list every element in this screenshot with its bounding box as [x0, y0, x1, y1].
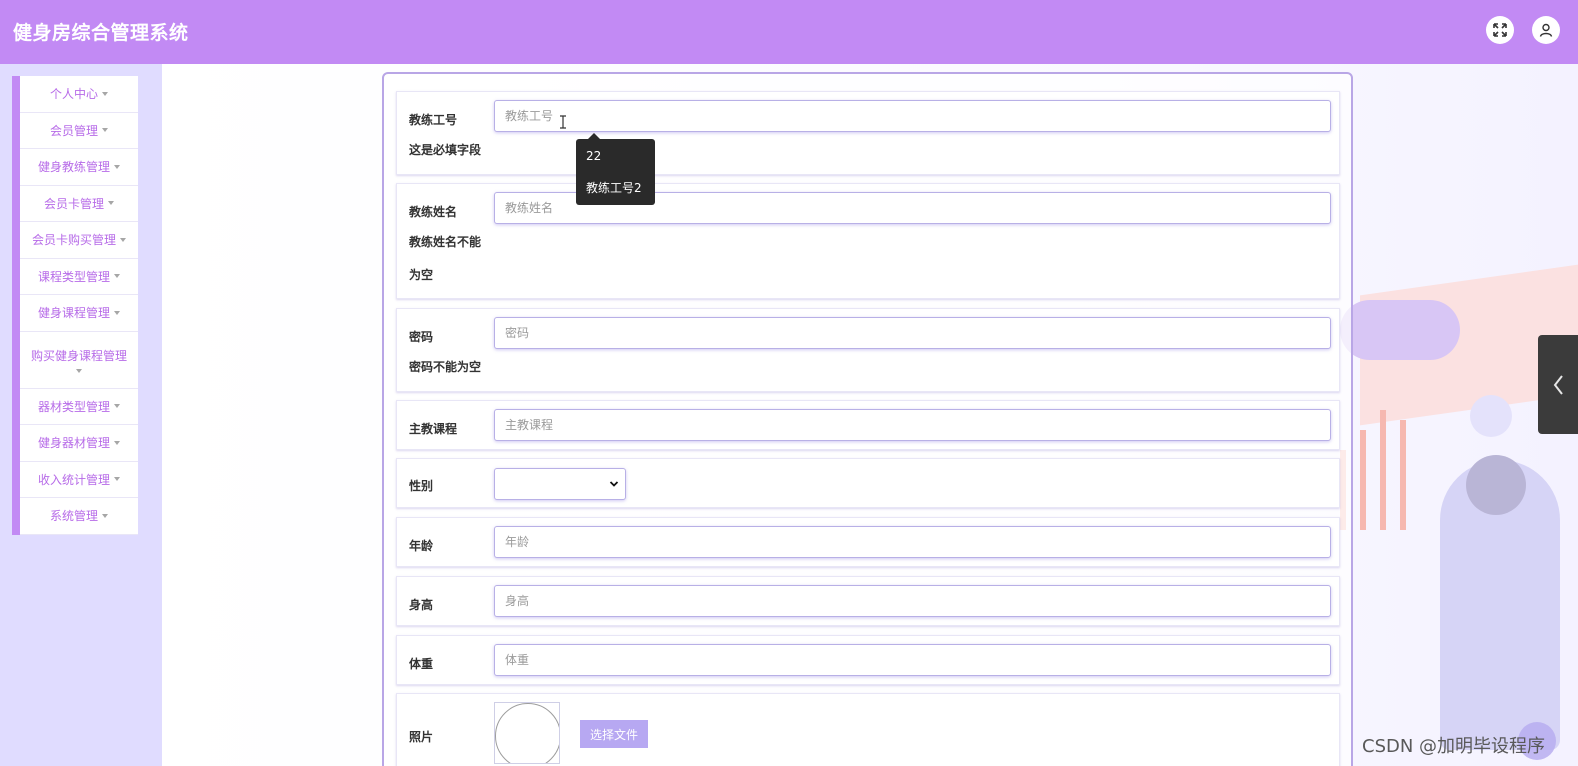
password-label: 密码 — [409, 330, 434, 344]
caret-down-icon — [114, 164, 120, 169]
weight-label: 体重 — [409, 657, 434, 671]
form-row-password: 密码 密码不能为空 — [396, 308, 1340, 392]
sidebar-menu: 个人中心 会员管理 健身教练管理 会员卡管理 会员卡购买管理 课程类型管理 健身… — [12, 76, 138, 535]
photo-label: 照片 — [409, 730, 434, 744]
chevron-down-icon — [609, 481, 619, 487]
background-illustration — [1340, 300, 1460, 360]
height-input[interactable] — [494, 585, 1331, 617]
caret-down-icon — [114, 274, 120, 279]
sidebar-item-course-purchases[interactable]: 购买健身课程管理 — [20, 332, 138, 389]
coach-name-hint-2: 为空 — [409, 268, 434, 282]
sidebar-item-courses[interactable]: 健身课程管理 — [20, 295, 138, 332]
sidebar-item-label: 收入统计管理 — [37, 472, 110, 487]
autocomplete-dropdown: 22 教练工号2 — [576, 133, 655, 205]
sidebar-item-label: 会员管理 — [49, 123, 98, 138]
sidebar-item-course-types[interactable]: 课程类型管理 — [20, 259, 138, 295]
coach-name-label: 教练姓名 — [409, 205, 458, 219]
choose-file-button[interactable]: 选择文件 — [580, 720, 648, 748]
photo-placeholder-image — [495, 703, 559, 763]
sidebar-item-label: 健身器材管理 — [37, 436, 110, 451]
sidebar-item-label: 会员卡管理 — [43, 196, 104, 211]
background-illustration — [1470, 395, 1512, 437]
expand-icon — [1493, 23, 1507, 37]
coach-form-panel: 教练工号 这是必填字段 教练姓名 教练姓名不能 为空 密码 密码不能为空 主教课… — [382, 72, 1353, 766]
password-hint: 密码不能为空 — [409, 360, 482, 374]
background-illustration — [1380, 410, 1386, 530]
sidebar-item-equipment[interactable]: 健身器材管理 — [20, 425, 138, 462]
app-header: 健身房综合管理系统 — [0, 0, 1578, 64]
sidebar-item-label: 个人中心 — [49, 87, 98, 102]
autocomplete-option[interactable]: 22 — [586, 149, 601, 163]
sidebar-item-label: 器材类型管理 — [37, 399, 110, 414]
caret-down-icon — [108, 201, 114, 206]
sidebar-item-income-stats[interactable]: 收入统计管理 — [20, 462, 138, 498]
text-cursor-icon — [560, 115, 566, 129]
fullscreen-button[interactable] — [1486, 16, 1514, 44]
height-label: 身高 — [409, 598, 434, 612]
background-illustration — [1360, 430, 1366, 530]
form-row-photo: 照片 选择文件 — [396, 693, 1340, 766]
sidebar-item-label: 健身课程管理 — [37, 306, 110, 321]
caret-down-icon — [120, 237, 126, 242]
sidebar-item-label: 课程类型管理 — [37, 269, 110, 284]
side-panel-toggle[interactable] — [1538, 335, 1578, 434]
caret-down-icon — [114, 440, 120, 445]
sidebar-item-card-purchases[interactable]: 会员卡购买管理 — [20, 222, 138, 259]
autocomplete-option[interactable]: 教练工号2 — [586, 179, 642, 196]
sidebar-item-member-cards[interactable]: 会员卡管理 — [20, 186, 138, 222]
sidebar-item-system[interactable]: 系统管理 — [20, 498, 138, 535]
caret-down-icon — [114, 310, 120, 315]
photo-preview — [494, 702, 560, 764]
caret-down-icon — [114, 477, 120, 482]
course-label: 主教课程 — [409, 422, 458, 436]
background-illustration — [1400, 420, 1406, 530]
form-row-age: 年龄 — [396, 517, 1340, 567]
age-input[interactable] — [494, 526, 1331, 558]
form-row-gender: 性别 — [396, 458, 1340, 508]
gender-label: 性别 — [409, 479, 434, 493]
watermark-text: CSDN @加明毕设程序 — [1362, 736, 1546, 757]
coach-id-input[interactable] — [494, 100, 1331, 132]
form-row-coach-id: 教练工号 这是必填字段 — [396, 91, 1340, 175]
sidebar-item-label: 会员卡购买管理 — [31, 233, 116, 248]
background-illustration — [1466, 455, 1526, 515]
weight-input[interactable] — [494, 644, 1331, 676]
coach-id-hint: 这是必填字段 — [409, 143, 482, 157]
user-icon — [1539, 23, 1553, 37]
form-row-course: 主教课程 — [396, 400, 1340, 450]
user-button[interactable] — [1532, 16, 1560, 44]
coach-id-label: 教练工号 — [409, 113, 458, 127]
app-title: 健身房综合管理系统 — [13, 22, 189, 44]
course-input[interactable] — [494, 409, 1331, 441]
password-input[interactable] — [494, 317, 1331, 349]
gender-select[interactable] — [494, 468, 626, 500]
sidebar-item-members[interactable]: 会员管理 — [20, 113, 138, 149]
coach-name-hint: 教练姓名不能 — [409, 235, 482, 249]
chevron-left-icon — [1553, 374, 1563, 395]
caret-down-icon — [114, 404, 120, 409]
caret-down-icon — [102, 91, 108, 96]
sidebar-item-equipment-types[interactable]: 器材类型管理 — [20, 389, 138, 425]
age-label: 年龄 — [409, 539, 434, 553]
caret-down-icon — [102, 513, 108, 518]
form-row-coach-name: 教练姓名 教练姓名不能 为空 — [396, 183, 1340, 299]
sidebar-item-label: 系统管理 — [49, 509, 98, 524]
form-row-weight: 体重 — [396, 635, 1340, 685]
sidebar-item-coaches[interactable]: 健身教练管理 — [20, 149, 138, 186]
sidebar-item-label: 健身教练管理 — [37, 160, 110, 175]
sidebar-item-label: 购买健身课程管理 — [30, 348, 127, 363]
form-row-height: 身高 — [396, 576, 1340, 626]
caret-down-icon — [76, 368, 82, 373]
caret-down-icon — [102, 128, 108, 133]
sidebar-item-personal-center[interactable]: 个人中心 — [20, 76, 138, 113]
